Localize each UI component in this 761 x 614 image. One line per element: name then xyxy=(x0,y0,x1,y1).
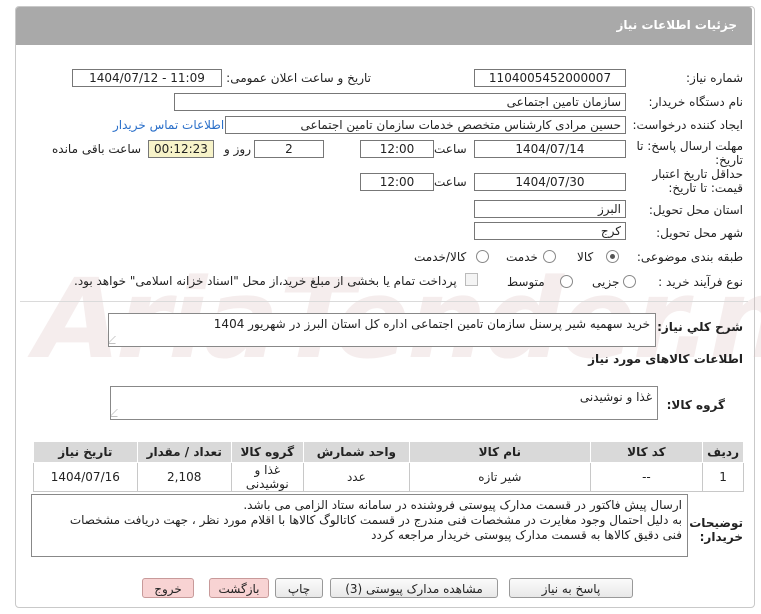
need-number-label: شماره نیاز: xyxy=(686,71,743,85)
announce-datetime-field: 1404/07/12 - 11:09 xyxy=(72,69,222,87)
process-radio-minor[interactable] xyxy=(623,275,636,288)
process-label: نوع فرآیند خرید : xyxy=(658,275,743,289)
remaining-time-label: ساعت باقی مانده xyxy=(52,142,142,156)
province-label: استان محل تحویل: xyxy=(648,203,743,217)
col-quantity: تعداد / مقدار xyxy=(136,441,232,463)
city-label: شهر محل تحویل: xyxy=(656,226,743,240)
category-radio-goods[interactable] xyxy=(606,250,619,263)
goods-section-title: اطلاعات کالاهای مورد نیاز xyxy=(588,352,743,366)
cell-quantity: 2,108 xyxy=(136,462,232,492)
col-row: ردیف xyxy=(702,441,744,463)
creator-field: حسین مرادی کارشناس متخصص خدمات سازمان تا… xyxy=(225,116,626,134)
cell-row: 1 xyxy=(702,462,744,492)
deadline-time-field: 12:00 xyxy=(360,140,434,158)
table-row[interactable]: 1 -- شیر تازه عدد غذا و نوشیدنی 2,108 14… xyxy=(33,462,744,492)
buyer-notes-box: ارسال پیش فاکتور در قسمت مدارک پیوستی فر… xyxy=(31,494,688,557)
cell-need-date: 1404/07/16 xyxy=(33,462,138,492)
need-number-field: 1104005452000007 xyxy=(474,69,626,87)
contact-buyer-link[interactable]: اطلاعات تماس خریدار xyxy=(113,118,224,132)
city-field: کرج xyxy=(474,222,626,240)
category-option-both: کالا/خدمت xyxy=(414,250,467,264)
back-button[interactable]: بازگشت xyxy=(209,578,269,598)
deadline-date-field: 1404/07/14 xyxy=(474,140,626,158)
validity-time-field: 12:00 xyxy=(360,173,434,191)
process-option-medium: متوسط xyxy=(507,275,545,289)
cell-group: غذا و نوشیدنی xyxy=(230,462,304,492)
treasury-payment-note: پرداخت تمام یا بخشی از مبلغ خرید،از محل … xyxy=(74,274,457,288)
col-code: کد کالا xyxy=(589,441,704,463)
process-option-minor: جزیی xyxy=(592,275,620,289)
cell-name: شیر تازه xyxy=(409,462,591,492)
treasury-payment-checkbox[interactable] xyxy=(465,273,478,286)
goods-group-label: گروه کالا: xyxy=(666,398,725,412)
resize-grip[interactable] xyxy=(111,409,125,417)
summary-label: شرح کلي نیاز: xyxy=(657,320,743,334)
buyer-note-line: ارسال پیش فاکتور در قسمت مدارک پیوستی فر… xyxy=(243,498,682,512)
buyer-note-line: به دلیل احتمال وجود مغایرت در مشخصات فنی… xyxy=(69,513,682,527)
respond-button[interactable]: پاسخ به نیاز xyxy=(509,578,633,598)
resize-grip[interactable] xyxy=(109,336,123,344)
category-radio-both[interactable] xyxy=(476,250,489,263)
page-title: جزئیات اطلاعات نیاز xyxy=(616,18,737,32)
category-label: طبقه بندی موضوعی: xyxy=(636,250,743,264)
col-need-date: تاریخ نیاز xyxy=(33,441,138,463)
goods-group-value: غذا و نوشیدنی xyxy=(579,390,652,404)
summary-textarea[interactable]: خرید سهمیه شیر پرسنل سازمان تامین اجتماع… xyxy=(108,313,656,347)
buyer-org-field: سازمان تامین اجتماعی xyxy=(174,93,626,111)
items-table: ردیف کد کالا نام کالا واحد شمارش گروه کا… xyxy=(33,441,744,492)
days-field: 2 xyxy=(254,140,324,158)
view-attachments-button[interactable]: مشاهده مدارک پیوستی (3) xyxy=(330,578,498,598)
remaining-time-field: 00:12:23 xyxy=(148,140,214,158)
col-group: گروه کالا xyxy=(230,441,304,463)
validity-label: حداقل تاریخ اعتبار xyxy=(652,167,743,181)
creator-label: ایجاد کننده درخواست: xyxy=(632,118,743,132)
buyer-notes-label-2: خریدار: xyxy=(699,530,743,544)
cell-unit: عدد xyxy=(302,462,411,492)
validity-date-field: 1404/07/30 xyxy=(474,173,626,191)
print-button[interactable]: چاپ xyxy=(275,578,323,598)
process-radio-medium[interactable] xyxy=(560,275,573,288)
deadline-time-label: ساعت xyxy=(434,142,467,156)
col-unit: واحد شمارش xyxy=(302,441,411,463)
category-option-service: خدمت xyxy=(506,250,538,264)
exit-button[interactable]: خروج xyxy=(142,578,194,598)
table-header-row: ردیف کد کالا نام کالا واحد شمارش گروه کا… xyxy=(33,441,744,463)
summary-text: خرید سهمیه شیر پرسنل سازمان تامین اجتماع… xyxy=(213,317,650,331)
deadline-label-2: تاریخ: xyxy=(715,153,743,167)
category-radio-service[interactable] xyxy=(543,250,556,263)
buyer-note-line: فنی دقیق کالاها به قسمت مدارک پیوستی خری… xyxy=(371,528,682,542)
announce-label: تاریخ و ساعت اعلان عمومی: xyxy=(226,71,371,85)
col-name: نام کالا xyxy=(409,441,591,463)
buyer-notes-label: توضیحات xyxy=(689,516,743,530)
cell-code: -- xyxy=(589,462,704,492)
days-label: روز و xyxy=(224,142,251,156)
province-field: البرز xyxy=(474,200,626,218)
goods-group-textarea[interactable]: غذا و نوشیدنی xyxy=(110,386,658,420)
category-option-goods: کالا xyxy=(577,250,594,264)
buyer-org-label: نام دستگاه خریدار: xyxy=(648,95,744,109)
deadline-label: مهلت ارسال پاسخ: تا xyxy=(636,139,743,153)
divider xyxy=(20,301,748,302)
validity-label-2: قیمت: تا تاریخ: xyxy=(668,181,743,195)
validity-time-label: ساعت xyxy=(434,175,467,189)
